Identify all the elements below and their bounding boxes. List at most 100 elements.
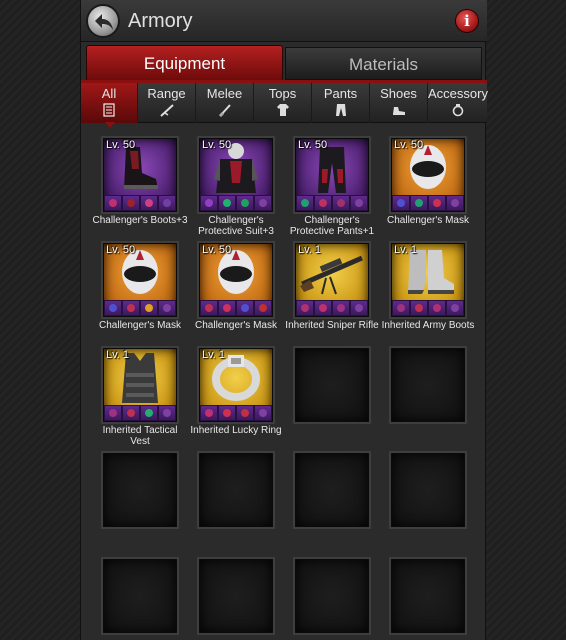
gem-icon — [296, 300, 314, 316]
item-level: Lv. 50 — [106, 244, 136, 256]
empty-slot[interactable] — [389, 346, 467, 424]
empty-slot[interactable] — [101, 451, 179, 529]
back-button[interactable] — [86, 4, 120, 38]
gem-icon — [254, 405, 272, 421]
gem-icon — [314, 195, 332, 211]
category-label: Shoes — [380, 86, 417, 101]
item-level: Lv. 1 — [202, 349, 226, 361]
category-tops[interactable]: Tops — [254, 83, 312, 123]
item-slot[interactable]: Lv. 1 — [197, 346, 275, 424]
item-slot[interactable]: Lv. 50 — [101, 241, 179, 319]
category-range[interactable]: Range — [138, 83, 196, 123]
gem-icon — [122, 405, 140, 421]
category-label: Melee — [206, 86, 243, 101]
empty-slot[interactable] — [293, 557, 371, 635]
gem-icon — [140, 300, 158, 316]
gem-icon — [296, 195, 314, 211]
gem-sockets — [104, 300, 176, 316]
item-level: Lv. 50 — [298, 139, 328, 151]
right-background — [486, 0, 566, 640]
category-shoes[interactable]: Shoes — [370, 83, 428, 123]
item-slot[interactable]: Lv. 1 — [101, 346, 179, 424]
gem-icon — [140, 405, 158, 421]
item-slot[interactable]: Lv. 1 — [389, 241, 467, 319]
gem-icon — [410, 300, 428, 316]
gem-icon — [350, 195, 368, 211]
left-background — [0, 0, 80, 640]
item-slot[interactable]: Lv. 50 — [293, 136, 371, 214]
gem-icon — [314, 300, 332, 316]
item-level: Lv. 50 — [394, 139, 424, 151]
gem-icon — [446, 300, 464, 316]
gem-icon — [410, 195, 428, 211]
gem-icon — [104, 195, 122, 211]
empty-slot[interactable] — [389, 451, 467, 529]
shirt-icon — [276, 104, 289, 116]
gem-icon — [200, 300, 218, 316]
item-name: Challenger's Protective Pants+1 — [289, 215, 375, 237]
item-name: Inherited Tactical Vest — [102, 425, 178, 447]
item-name: Inherited Army Boots — [381, 320, 475, 331]
ring-icon — [452, 104, 463, 117]
item-slot[interactable]: Lv. 50 — [101, 136, 179, 214]
empty-slot[interactable] — [197, 557, 275, 635]
item-level: Lv. 50 — [202, 139, 232, 151]
gem-icon — [122, 300, 140, 316]
item-level: Lv. 50 — [202, 244, 232, 256]
gem-icon — [446, 195, 464, 211]
category-melee[interactable]: Melee — [196, 83, 254, 123]
category-all[interactable]: All — [81, 83, 138, 123]
category-pants[interactable]: Pants — [312, 83, 370, 123]
gem-sockets — [296, 300, 368, 316]
gem-icon — [254, 195, 272, 211]
rifle-icon — [159, 104, 174, 117]
gem-icon — [254, 300, 272, 316]
list-icon — [103, 103, 115, 117]
gem-sockets — [200, 405, 272, 421]
knife-icon — [218, 104, 231, 117]
gem-icon — [200, 405, 218, 421]
gem-icon — [200, 195, 218, 211]
header-bar: Armory i — [81, 0, 487, 42]
item-slot[interactable]: Lv. 50 — [197, 241, 275, 319]
gem-icon — [218, 405, 236, 421]
category-label: Tops — [268, 86, 297, 101]
gem-icon — [428, 195, 446, 211]
gem-icon — [236, 300, 254, 316]
empty-slot[interactable] — [389, 557, 467, 635]
empty-slot[interactable] — [293, 451, 371, 529]
gem-icon — [428, 300, 446, 316]
gem-icon — [158, 405, 176, 421]
tab-equipment[interactable]: Equipment — [86, 45, 283, 81]
gem-icon — [236, 405, 254, 421]
gem-icon — [392, 300, 410, 316]
gem-icon — [218, 195, 236, 211]
gem-icon — [350, 300, 368, 316]
item-name: Challenger's Protective Suit+3 — [198, 215, 274, 237]
gem-icon — [236, 195, 254, 211]
shoe-icon — [392, 107, 405, 115]
tab-materials[interactable]: Materials — [285, 47, 482, 80]
gem-icon — [158, 195, 176, 211]
item-level: Lv. 1 — [394, 244, 418, 256]
gem-sockets — [104, 405, 176, 421]
item-name: Challenger's Boots+3 — [92, 215, 188, 226]
item-slot[interactable]: Lv. 50 — [389, 136, 467, 214]
item-name: Inherited Lucky Ring — [190, 425, 282, 436]
category-label: All — [101, 86, 117, 101]
info-icon[interactable]: i — [455, 9, 479, 33]
armory-panel: Armory i Equipment Materials All Range M… — [80, 0, 488, 640]
item-slot[interactable]: Lv. 50 — [197, 136, 275, 214]
gem-icon — [158, 300, 176, 316]
category-accessory[interactable]: Accessory — [428, 83, 488, 123]
gem-icon — [104, 300, 122, 316]
empty-slot[interactable] — [293, 346, 371, 424]
gem-icon — [104, 405, 122, 421]
empty-slot[interactable] — [101, 557, 179, 635]
item-name: Challenger's Mask — [99, 320, 181, 331]
item-slot[interactable]: Lv. 1 — [293, 241, 371, 319]
empty-slot[interactable] — [197, 451, 275, 529]
gem-icon — [332, 300, 350, 316]
category-pointer — [105, 122, 115, 128]
gem-sockets — [296, 195, 368, 211]
